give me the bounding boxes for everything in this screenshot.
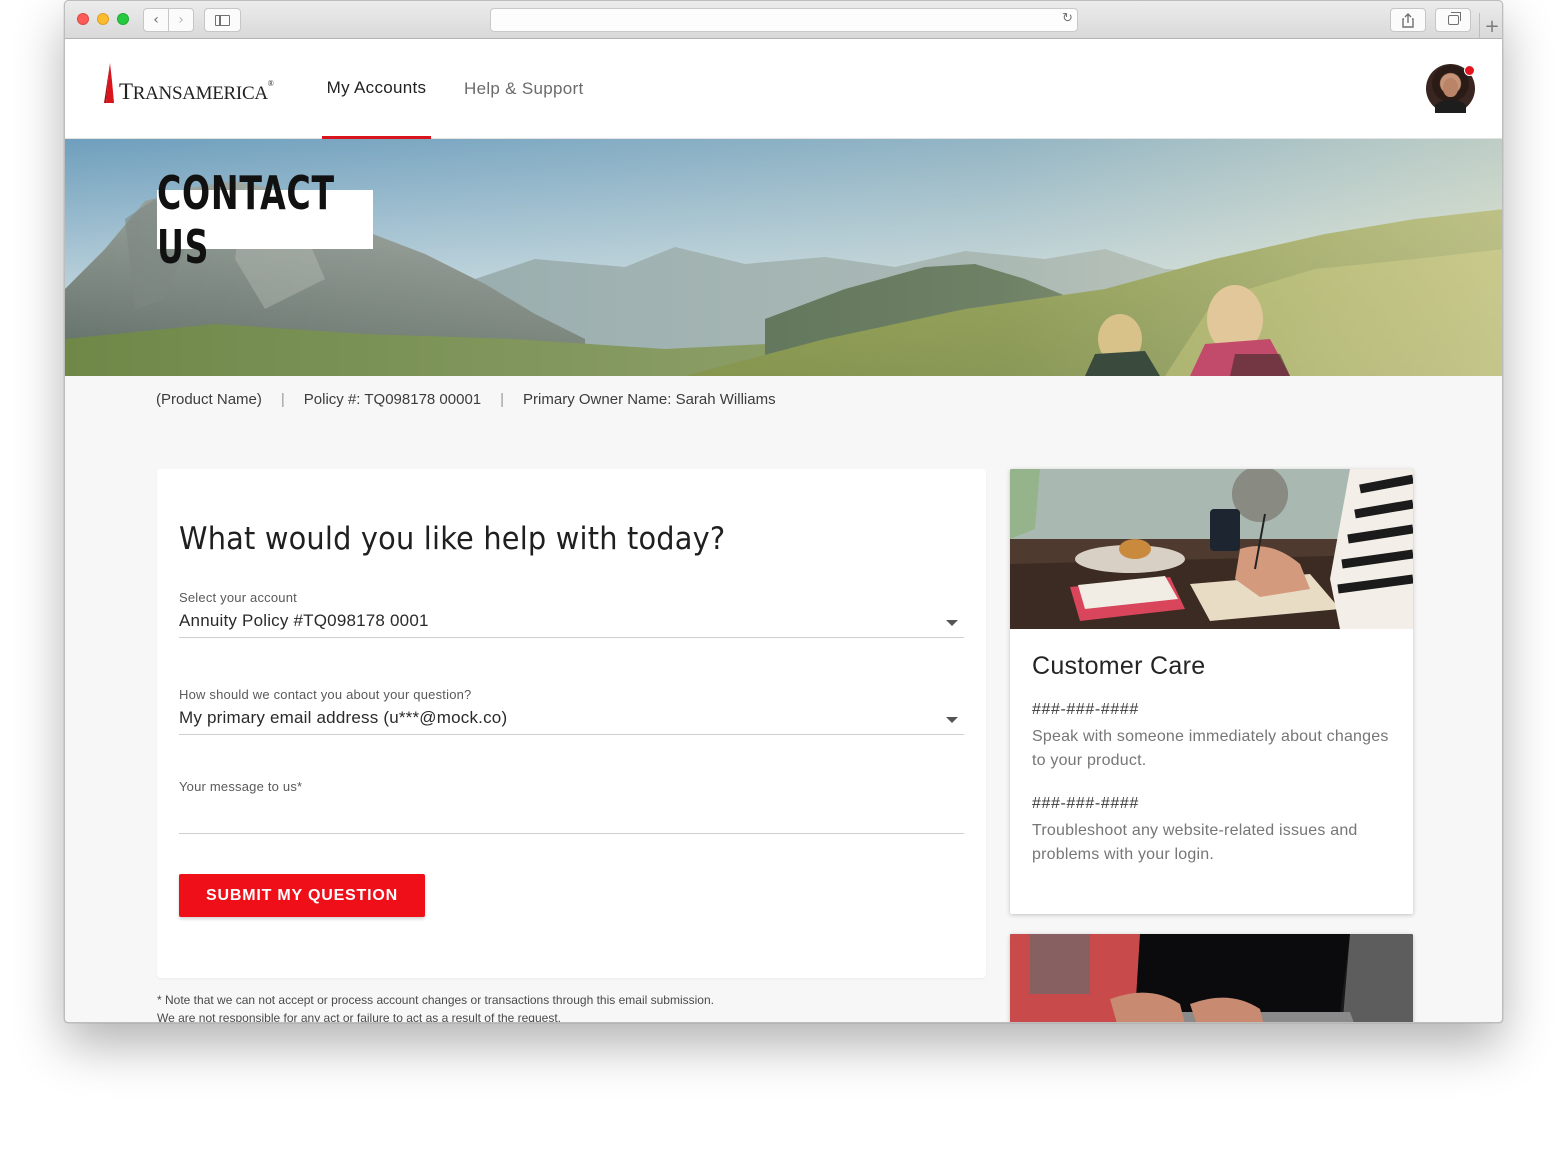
contact-method-field: How should we contact you about your que… (179, 687, 964, 735)
phone-description: Speak with someone immediately about cha… (1032, 728, 1389, 769)
message-input[interactable] (179, 794, 964, 834)
close-window-button[interactable] (77, 13, 89, 25)
reload-icon[interactable]: ↻ (1062, 11, 1073, 26)
show-tabs-button[interactable] (1435, 8, 1471, 32)
sidebar-icon (215, 14, 230, 26)
contact-method-value: My primary email address (u***@mock.co) (179, 708, 508, 727)
message-label: Your message to us* (179, 779, 303, 794)
share-icon (1402, 12, 1414, 28)
disclaimer-note: * Note that we can not accept or process… (157, 991, 714, 1023)
account-select-field: Select your account Annuity Policy #TQ09… (179, 590, 964, 638)
address-bar[interactable]: ↻ (490, 8, 1078, 32)
account-select-label: Select your account (179, 590, 297, 605)
sidebar-toggle-button[interactable] (204, 8, 241, 32)
laptop-typing-photo (1010, 934, 1413, 1022)
contact-method-label: How should we contact you about your que… (179, 687, 472, 702)
policy-info-bar: (Product Name) | Policy #: TQ098178 0000… (156, 391, 776, 408)
browser-toolbar: ‹ › ↻ + (65, 1, 1502, 39)
message-field: Your message to us* (179, 779, 964, 834)
contact-form-card: What would you like help with today? Sel… (157, 469, 986, 978)
page-title: CONTACT US (157, 166, 373, 274)
pyramid-logo-icon (104, 63, 114, 103)
submit-question-button[interactable]: SUBMIT MY QUESTION (179, 874, 425, 917)
plus-icon: + (1484, 15, 1500, 37)
dropdown-caret-icon (946, 620, 958, 626)
nav-help-support[interactable]: Help & Support (464, 39, 584, 139)
form-heading: What would you like help with today? (179, 521, 726, 557)
chevron-left-icon: ‹ (153, 12, 159, 28)
back-button[interactable]: ‹ (143, 8, 169, 32)
transamerica-logo[interactable]: TRANSAMERICA® (103, 59, 274, 103)
minimize-window-button[interactable] (97, 13, 109, 25)
dropdown-caret-icon (946, 717, 958, 723)
disclaimer-line: * Note that we can not accept or process… (157, 993, 714, 1007)
chevron-right-icon: › (178, 12, 184, 28)
new-tab-button[interactable]: + (1479, 13, 1502, 39)
contact-method-select[interactable]: My primary email address (u***@mock.co) (179, 702, 964, 735)
policy-number: Policy #: TQ098178 00001 (303, 391, 482, 408)
separator: | (500, 391, 505, 408)
customer-care-card: Customer Care ###-###-#### Speak with so… (1010, 469, 1413, 914)
separator: | (280, 391, 285, 408)
customer-care-title: Customer Care (1032, 652, 1206, 680)
share-button[interactable] (1390, 8, 1426, 32)
laptop-photo-card (1010, 934, 1413, 1022)
desk-writing-photo (1010, 469, 1413, 629)
notification-dot (1464, 65, 1475, 76)
zoom-window-button[interactable] (117, 13, 129, 25)
nav-my-accounts[interactable]: My Accounts (322, 39, 431, 139)
disclaimer-line: We are not responsible for any act or fa… (157, 1011, 561, 1023)
site-header: TRANSAMERICA® My Accounts Help & Support (65, 39, 1502, 139)
account-select[interactable]: Annuity Policy #TQ098178 0001 (179, 605, 964, 638)
account-select-value: Annuity Policy #TQ098178 0001 (179, 611, 429, 630)
phone-description: Troubleshoot any website-related issues … (1032, 822, 1358, 863)
user-avatar[interactable] (1426, 64, 1475, 113)
browser-window: ‹ › ↻ + TRANSAMERICA® My Accounts Help &… (64, 0, 1503, 1023)
product-name: (Product Name) (156, 391, 262, 408)
logo-wordmark: TRANSAMERICA® (119, 79, 274, 104)
primary-owner-name: Primary Owner Name: Sarah Williams (523, 391, 776, 408)
phone-number[interactable]: ###-###-#### (1032, 795, 1139, 813)
phone-number[interactable]: ###-###-#### (1032, 701, 1139, 719)
tabs-icon (1447, 12, 1461, 25)
forward-button[interactable]: › (168, 8, 194, 32)
hero-banner: CONTACT US (65, 139, 1502, 376)
